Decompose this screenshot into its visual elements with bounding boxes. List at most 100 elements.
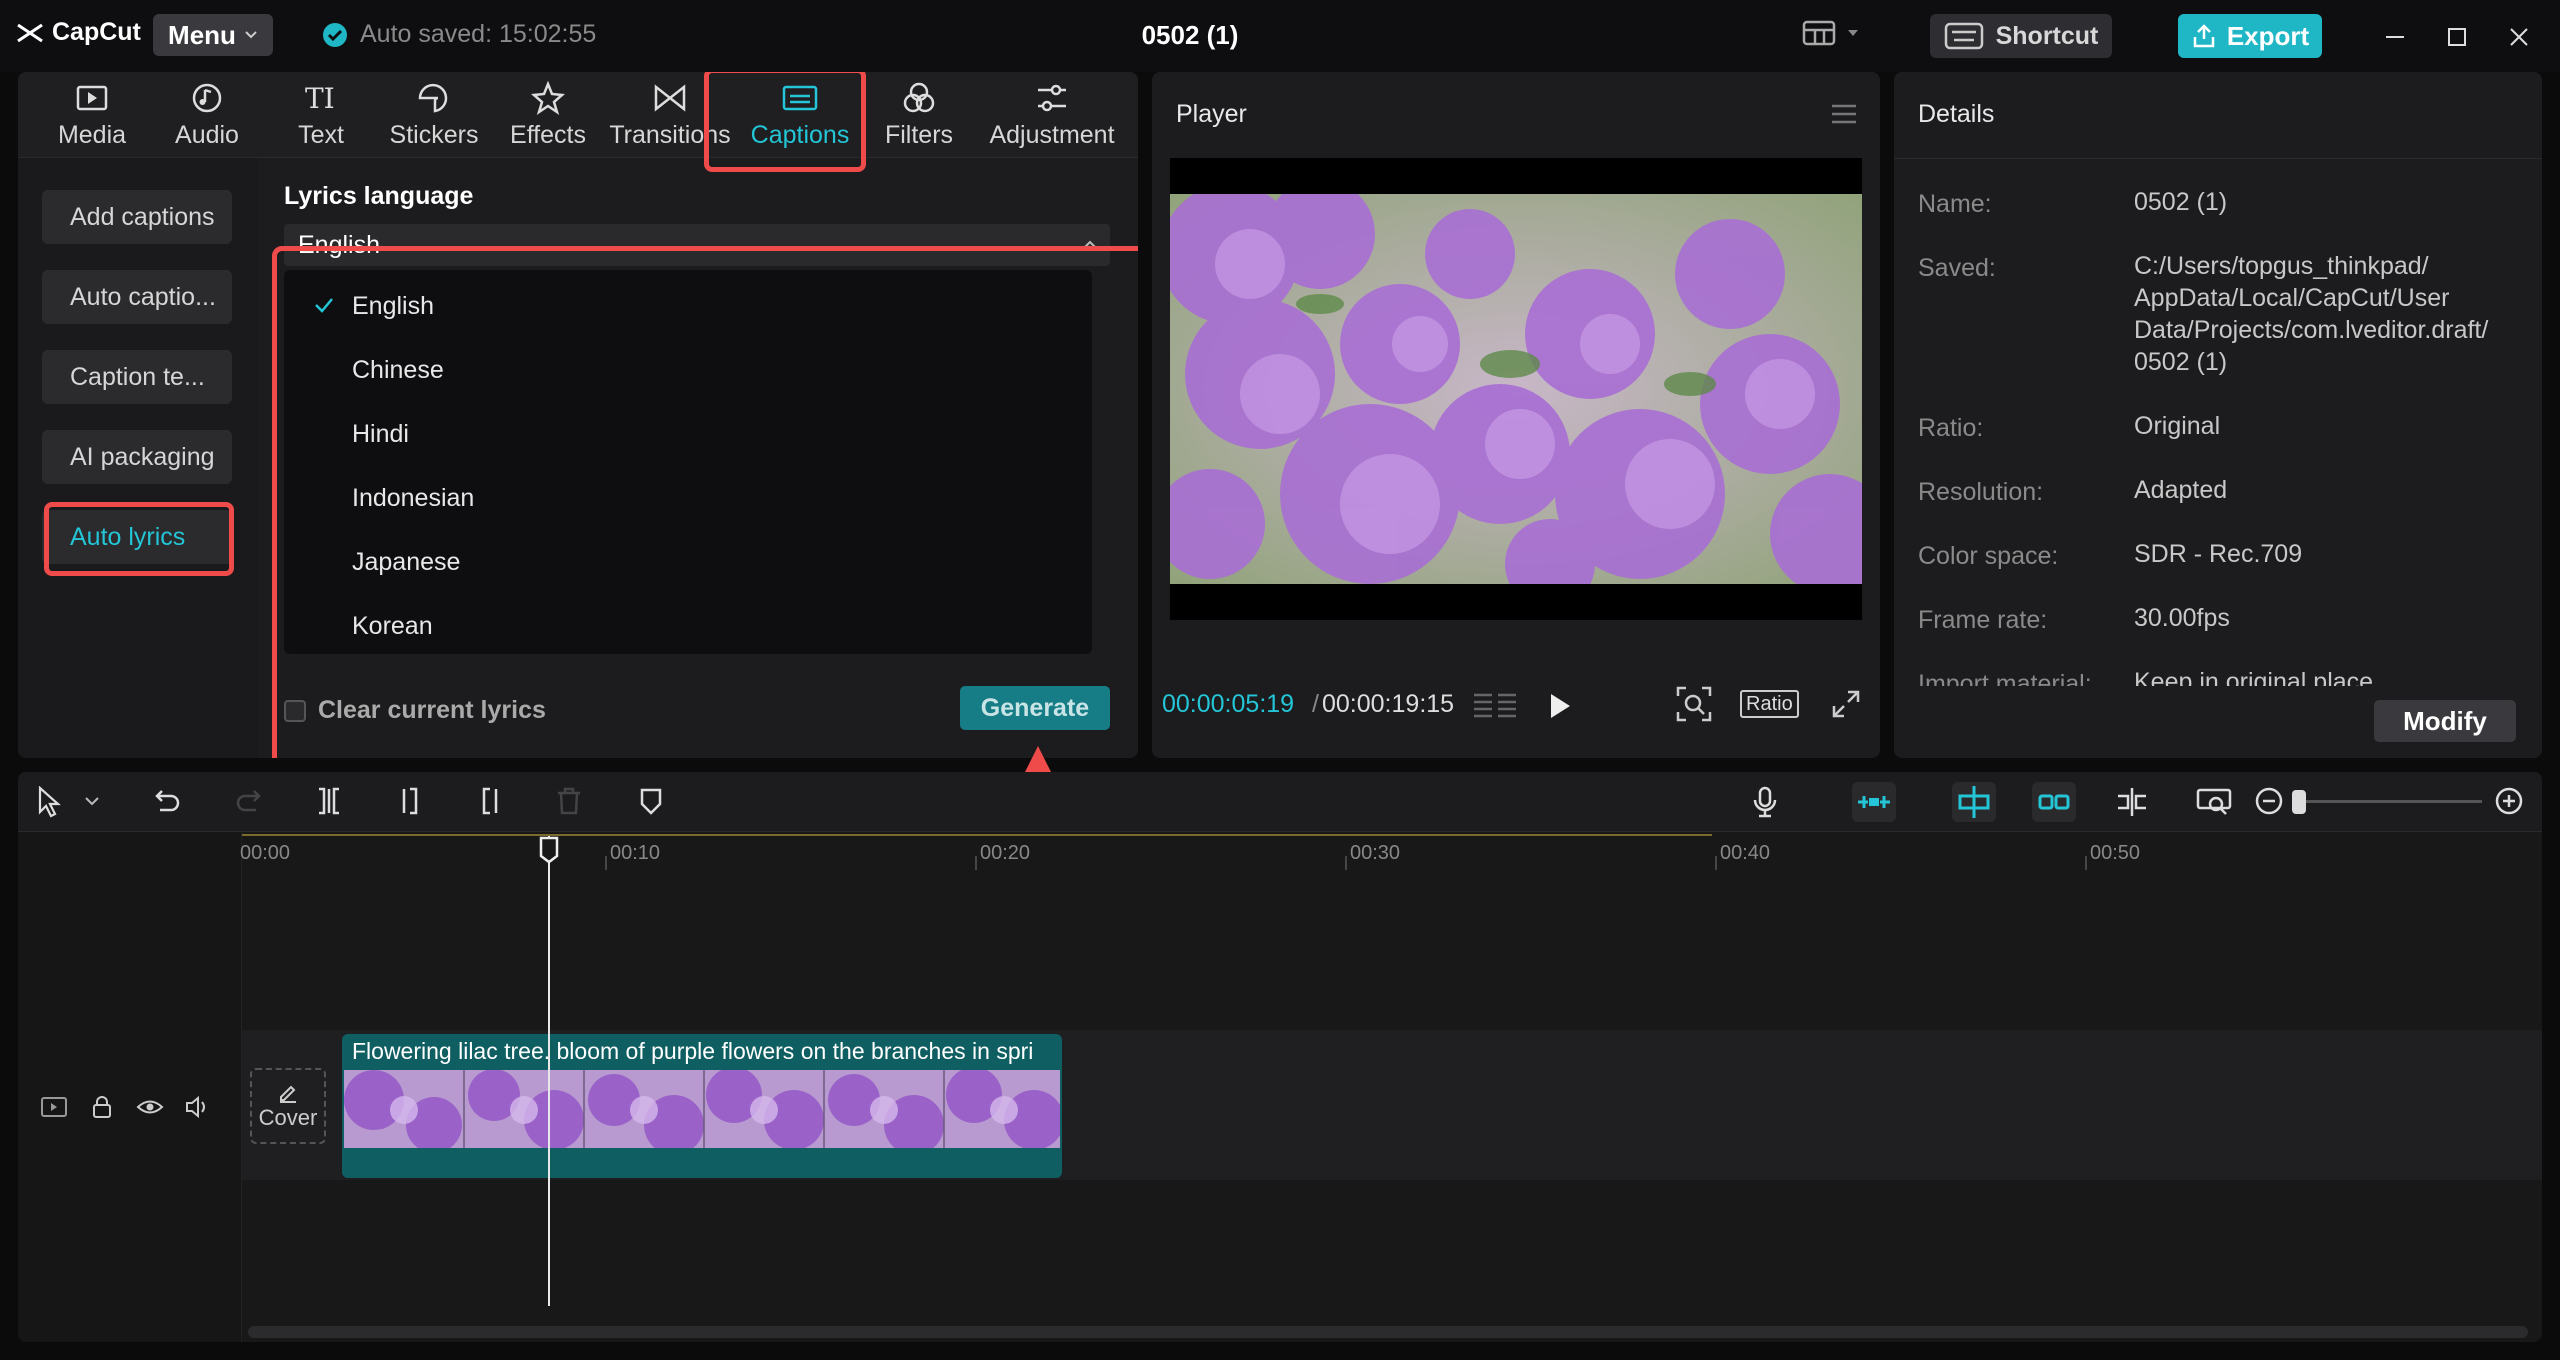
logo-text: CapCut (52, 18, 141, 46)
detail-value: C:/Users/topgus_thinkpad/ AppData/Local/… (2134, 252, 2489, 376)
chevron-down-icon (1848, 30, 1858, 36)
subnav-caption-templates[interactable]: Caption te... (42, 350, 232, 404)
undo-icon[interactable] (152, 786, 182, 816)
trim-right-icon[interactable] (474, 786, 504, 816)
tab-stickers[interactable]: Stickers (374, 72, 494, 158)
tab-label: Media (57, 120, 127, 149)
timeline-horizontal-scrollbar[interactable] (248, 1326, 2528, 1338)
shortcut-label: Shortcut (1995, 21, 2099, 50)
split-icon[interactable] (314, 786, 344, 816)
timeline-ruler[interactable]: 00:00 00:10 00:20 00:30 00:40 00:50 (240, 832, 2542, 872)
check-circle-icon (323, 22, 347, 47)
list-view-icon[interactable] (1472, 690, 1518, 720)
ruler-ticks (605, 856, 2087, 870)
timeline-panel: 00:00 00:10 00:20 00:30 00:40 00:50 Cove… (18, 772, 2542, 1342)
timeline-toolbar (18, 772, 2542, 832)
subnav-auto-captions[interactable]: Auto captio... (42, 270, 232, 324)
eye-icon[interactable] (136, 1094, 164, 1120)
tab-bar: Media Audio TI Text Stickers Effects Tra… (18, 72, 1138, 158)
timecode-separator: / (1312, 690, 1319, 718)
lock-icon[interactable] (88, 1094, 116, 1120)
details-panel: Details Name: 0502 (1) Saved: C:/Users/t… (1894, 72, 2542, 758)
detail-value: 30.00fps (2134, 604, 2230, 632)
layout-button[interactable] (1802, 20, 1860, 46)
zoom-in-icon[interactable] (2494, 786, 2524, 816)
adjustment-icon (1038, 84, 1066, 111)
ratio-button[interactable]: Ratio (1740, 690, 1799, 718)
tab-audio[interactable]: Audio (152, 72, 262, 158)
lilac-flowers-image (1170, 194, 1862, 584)
minimize-icon[interactable] (2380, 22, 2410, 52)
total-timecode: 00:00:19:15 (1322, 690, 1455, 718)
detail-label: Frame rate: (1918, 606, 2048, 634)
shortcut-button[interactable]: Shortcut (1930, 14, 2112, 58)
detail-label: Color space: (1918, 542, 2059, 570)
player-title: Player (1176, 100, 1247, 128)
speaker-icon[interactable] (184, 1094, 212, 1120)
maximize-icon[interactable] (2442, 22, 2472, 52)
capcut-logo: CapCut (16, 18, 141, 47)
tab-adjustment[interactable]: Adjustment (972, 72, 1132, 158)
player-panel: Player 00:00:05:19 / 00:00:19:15 Ratio (1152, 72, 1880, 758)
export-button[interactable]: Export (2178, 14, 2322, 58)
subnav-add-captions[interactable]: Add captions (42, 190, 232, 244)
marker-icon[interactable] (636, 786, 666, 816)
detail-value: 0502 (1) (2134, 188, 2228, 216)
close-icon[interactable] (2504, 22, 2534, 52)
main-track-magnet-icon[interactable] (1852, 782, 1896, 822)
auto-snap-icon[interactable] (1952, 782, 1996, 822)
detail-value: Original (2134, 412, 2221, 440)
tab-filters[interactable]: Filters (864, 72, 974, 158)
highlight-language-dropdown (272, 246, 1138, 758)
tab-effects[interactable]: Effects (488, 72, 608, 158)
tab-text[interactable]: TI Text (266, 72, 376, 158)
play-icon[interactable] (1548, 692, 1572, 720)
menu-label: Menu (168, 19, 236, 50)
detail-label: Name: (1918, 190, 1992, 218)
layout-icon (1802, 20, 1836, 46)
zoom-slider-track[interactable] (2302, 800, 2482, 803)
detail-label: Ratio: (1918, 414, 1984, 442)
microphone-icon[interactable] (1750, 786, 1780, 818)
video-clip[interactable]: Flowering lilac tree. bloom of purple fl… (342, 1034, 1062, 1178)
caption-subnav: Add captions Auto captio... Caption te..… (18, 158, 258, 758)
details-title: Details (1918, 100, 1995, 128)
text-icon: TI (305, 82, 335, 115)
redo-icon (236, 790, 261, 812)
modify-button[interactable]: Modify (2374, 700, 2516, 742)
highlight-auto-lyrics (44, 502, 234, 576)
detail-label: Saved: (1918, 254, 1996, 282)
trim-left-icon[interactable] (396, 786, 426, 816)
chevron-down-icon (245, 31, 257, 39)
title-bar: CapCut Menu Auto saved: 15:02:55 0502 (1… (0, 0, 2560, 72)
cover-button[interactable]: Cover (250, 1068, 326, 1144)
sticker-icon (418, 83, 448, 112)
playhead-line[interactable] (548, 836, 550, 1306)
zoom-slider-handle[interactable] (2292, 790, 2306, 814)
autosave-text: Auto saved: 15:02:55 (360, 20, 597, 48)
tab-media[interactable]: Media (32, 72, 152, 158)
hamburger-menu-icon[interactable] (1830, 102, 1858, 126)
linkage-icon[interactable] (2032, 782, 2076, 822)
tab-label: Adjustment (989, 120, 1115, 149)
track-headers (18, 832, 242, 1342)
export-label: Export (2226, 20, 2310, 51)
capcut-logo-icon (17, 23, 43, 42)
select-cursor-icon[interactable] (36, 786, 66, 818)
fit-screen-icon[interactable] (1676, 686, 1712, 722)
preview-axis-icon[interactable] (2114, 786, 2150, 818)
autosave-status: Auto saved: 15:02:55 (322, 20, 596, 49)
fullscreen-icon[interactable] (1832, 690, 1860, 718)
zoom-out-icon[interactable] (2254, 786, 2284, 816)
subnav-ai-packaging[interactable]: AI packaging (42, 430, 232, 484)
timeline-view-icon[interactable] (2196, 786, 2232, 818)
lyrics-language-title: Lyrics language (284, 182, 474, 210)
chevron-down-icon[interactable] (84, 796, 100, 806)
edit-pencil-icon (280, 1085, 296, 1103)
playhead-handle[interactable] (539, 836, 559, 864)
tab-label: Stickers (389, 120, 479, 149)
video-preview[interactable] (1170, 158, 1862, 620)
menu-button[interactable]: Menu (153, 14, 273, 56)
clip-thumbnails (344, 1070, 1060, 1148)
effects-icon (531, 80, 565, 115)
